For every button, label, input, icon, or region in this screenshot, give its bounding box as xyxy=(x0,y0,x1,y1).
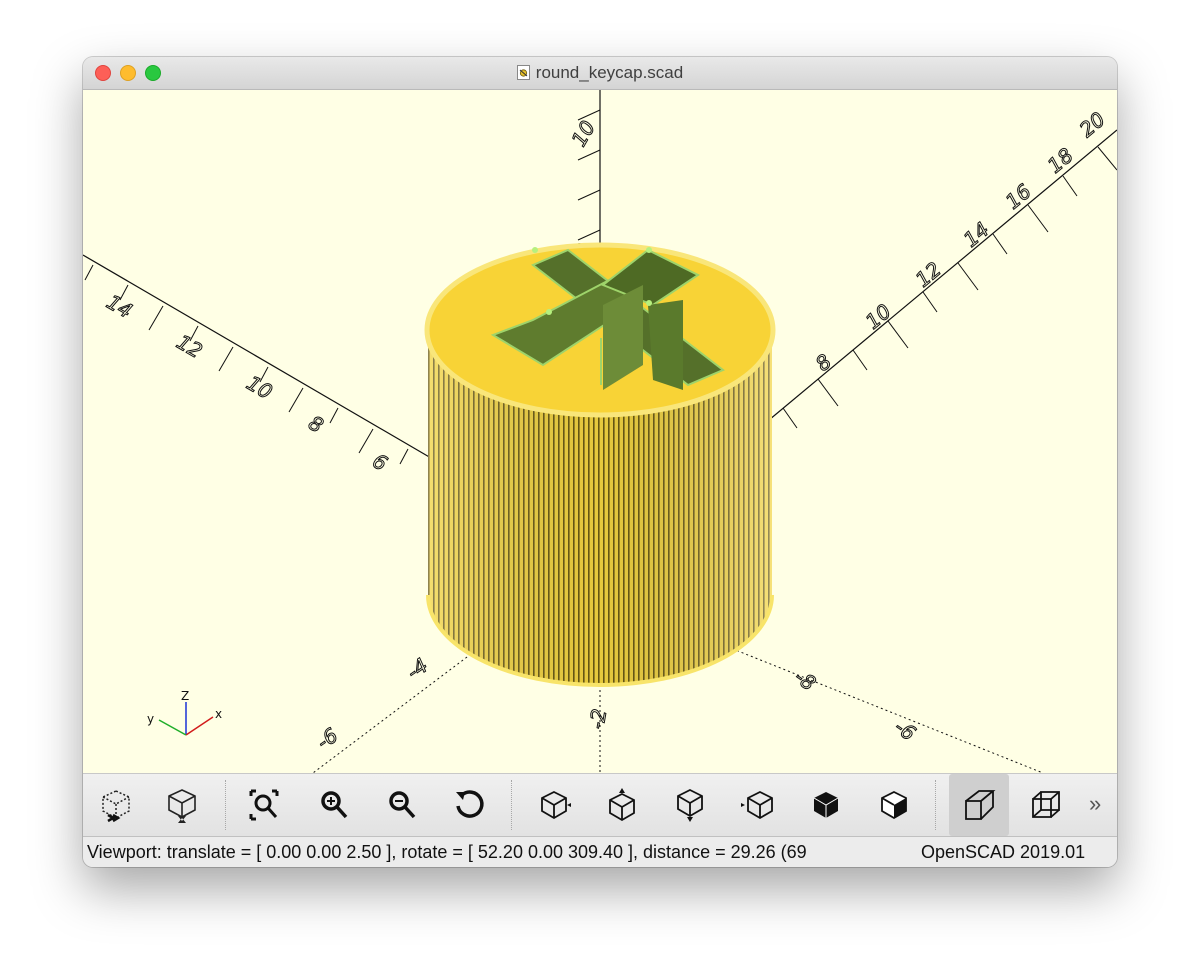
axis-orientation-indicator: Z x y xyxy=(147,689,222,736)
y-label-12: 12 xyxy=(173,330,207,364)
toolbar-overflow-button[interactable]: » xyxy=(1089,792,1101,816)
y-indicator-label: y xyxy=(147,712,154,726)
preview-icon xyxy=(102,790,130,823)
viewport-status-text: Viewport: translate = [ 0.00 0.00 2.50 ]… xyxy=(87,842,807,862)
render-button[interactable] xyxy=(159,782,205,828)
view-bottom-button[interactable] xyxy=(667,782,713,828)
zoom-out-icon xyxy=(389,791,416,819)
perspective-icon xyxy=(965,790,996,820)
y-label-6: 6 xyxy=(369,449,392,476)
view-front-icon xyxy=(813,792,839,818)
zoom-in-icon xyxy=(321,791,348,819)
y-label-10: 10 xyxy=(243,371,277,405)
z-indicator-label: Z xyxy=(181,689,189,703)
view-all-icon xyxy=(249,789,279,821)
keycap-model xyxy=(424,242,776,687)
view-back-icon xyxy=(881,790,907,820)
x-label-12: 12 xyxy=(911,257,946,292)
view-left-icon xyxy=(741,790,773,820)
x-axis-ticks xyxy=(782,146,1117,429)
y-axis-ticks xyxy=(84,264,409,465)
x-indicator-line xyxy=(185,716,214,736)
view-top-icon xyxy=(609,788,635,822)
version-status-text: OpenSCAD 2019.01 xyxy=(921,842,1086,862)
toolbar-separator xyxy=(935,780,936,830)
x-indicator-label: x xyxy=(215,707,222,721)
orthogonal-button[interactable] xyxy=(1023,782,1069,828)
neg-label-b: -6 xyxy=(312,723,342,754)
y-indicator-line xyxy=(158,719,187,736)
neg-label-c: -8 xyxy=(790,664,820,695)
y-axis-positive xyxy=(83,254,444,466)
document-icon xyxy=(516,65,530,80)
x-label-10: 10 xyxy=(861,299,896,334)
zoom-in-button[interactable] xyxy=(311,782,357,828)
scene-canvas: 14 12 10 8 6 8 10 12 14 16 18 20 10 8 -4… xyxy=(83,90,1117,773)
x-label-20: 20 xyxy=(1075,107,1110,142)
view-toolbar: » xyxy=(83,773,1117,836)
render-icon xyxy=(168,789,196,823)
view-back-button[interactable] xyxy=(871,782,917,828)
reset-view-icon xyxy=(456,790,484,818)
neg-label-f: -2 xyxy=(584,707,611,731)
z-label-10: 10 xyxy=(567,116,601,150)
zoom-out-button[interactable] xyxy=(379,782,425,828)
view-all-button[interactable] xyxy=(241,782,287,828)
view-right-button[interactable] xyxy=(531,782,577,828)
view-front-button[interactable] xyxy=(803,782,849,828)
x-label-14: 14 xyxy=(959,217,994,252)
neg-label-a: -4 xyxy=(402,653,432,684)
view-left-button[interactable] xyxy=(735,782,781,828)
toolbar-separator xyxy=(225,780,226,830)
app-window: round_keycap.scad 14 12 10 8 6 8 10 12 1… xyxy=(83,57,1117,867)
perspective-button[interactable] xyxy=(949,774,1009,836)
preview-button[interactable] xyxy=(93,782,139,828)
view-right-icon xyxy=(541,790,571,820)
toolbar-separator xyxy=(511,780,512,830)
x-label-18: 18 xyxy=(1043,143,1078,178)
x-label-8: 8 xyxy=(811,349,836,376)
status-bar: Viewport: translate = [ 0.00 0.00 2.50 ]… xyxy=(83,836,1117,867)
3d-viewport[interactable]: 14 12 10 8 6 8 10 12 14 16 18 20 10 8 -4… xyxy=(83,90,1117,773)
y-label-14: 14 xyxy=(103,290,137,324)
title-bar[interactable]: round_keycap.scad xyxy=(83,57,1117,90)
window-title: round_keycap.scad xyxy=(535,63,684,82)
window-title-area: round_keycap.scad xyxy=(83,64,1117,82)
keycap-top xyxy=(424,242,776,418)
orthogonal-icon xyxy=(1032,791,1060,818)
reset-view-button[interactable] xyxy=(447,782,493,828)
view-top-button[interactable] xyxy=(599,782,645,828)
view-bottom-icon xyxy=(677,788,703,822)
neg-label-d: -6 xyxy=(890,714,920,745)
y-label-8: 8 xyxy=(305,411,328,438)
